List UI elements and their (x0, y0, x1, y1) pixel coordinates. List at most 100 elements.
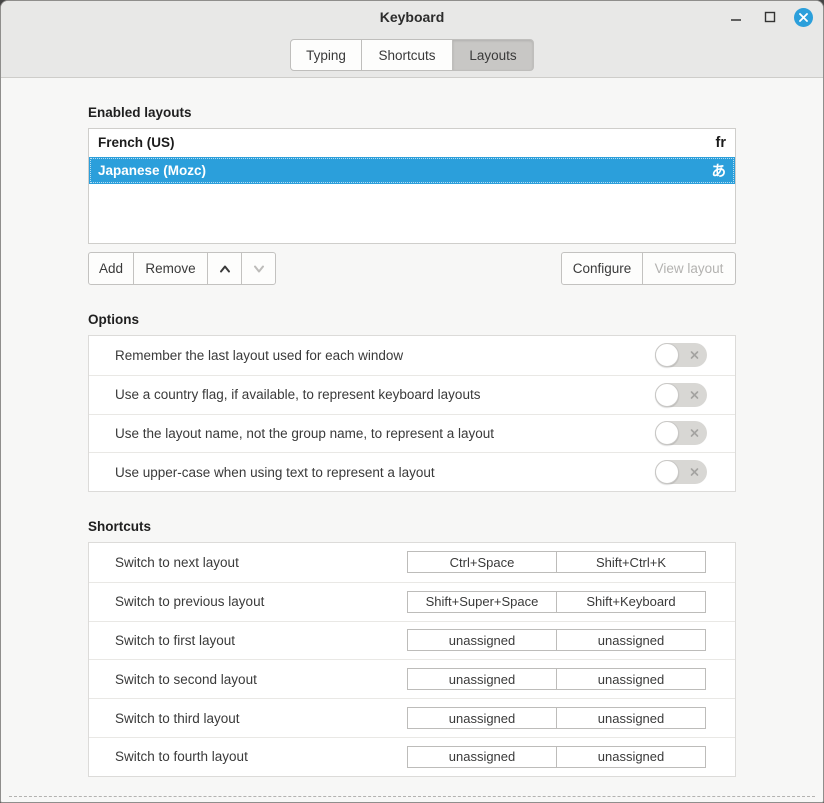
tab-shortcuts[interactable]: Shortcuts (361, 39, 453, 71)
shortcut-label: Switch to second layout (115, 672, 407, 687)
tab-strip: Typing Shortcuts Layouts (1, 33, 823, 77)
shortcut-row-next-layout: Switch to next layout Ctrl+Space Shift+C… (89, 543, 735, 582)
shortcut-row-third-layout: Switch to third layout unassigned unassi… (89, 698, 735, 737)
keybinding-value: unassigned (598, 633, 665, 648)
toggle-off-x-icon (690, 390, 699, 399)
keybinding-value: unassigned (449, 672, 516, 687)
configure-label: Configure (573, 261, 632, 276)
toolbar-spacer (276, 252, 561, 285)
window-title: Keyboard (380, 9, 445, 25)
keyboard-settings-window: Keyboard Typing Shortcuts (0, 0, 824, 803)
keybinding-value: unassigned (598, 749, 665, 764)
keybinding-button[interactable]: unassigned (556, 668, 706, 690)
toggle-knob (655, 343, 679, 367)
shortcuts-group: Switch to next layout Ctrl+Space Shift+C… (88, 542, 736, 777)
configure-button[interactable]: Configure (561, 252, 643, 285)
shortcut-label: Switch to first layout (115, 633, 407, 648)
country-flag-toggle[interactable] (655, 383, 707, 407)
layouts-toolbar: Add Remove Configure View layout (88, 252, 736, 285)
toggle-off-x-icon (690, 468, 699, 477)
minimize-icon (730, 11, 742, 23)
shortcut-row-first-layout: Switch to first layout unassigned unassi… (89, 621, 735, 660)
option-row-layout-name: Use the layout name, not the group name,… (89, 414, 735, 453)
upper-case-toggle[interactable] (655, 460, 707, 484)
view-layout-button[interactable]: View layout (642, 252, 736, 285)
keybinding-button[interactable]: unassigned (556, 746, 706, 768)
shortcut-label: Switch to previous layout (115, 594, 407, 609)
add-label: Add (99, 261, 123, 276)
keybinding-button[interactable]: unassigned (556, 629, 706, 651)
chevron-down-icon (251, 261, 267, 277)
keybinding-value: unassigned (449, 711, 516, 726)
layout-row-french[interactable]: French (US) fr (89, 129, 735, 157)
maximize-button[interactable] (760, 7, 780, 27)
keybinding-button[interactable]: Ctrl+Space (407, 551, 557, 573)
shortcuts-heading: Shortcuts (88, 518, 736, 535)
toggle-knob (655, 383, 679, 407)
keybinding-value: unassigned (598, 672, 665, 687)
keybinding-value: unassigned (449, 633, 516, 648)
shortcut-row-fourth-layout: Switch to fourth layout unassigned unass… (89, 737, 735, 776)
keybinding-button[interactable]: unassigned (407, 629, 557, 651)
keybinding-value: unassigned (598, 711, 665, 726)
option-row-country-flag: Use a country flag, if available, to rep… (89, 375, 735, 414)
keybinding-button[interactable]: unassigned (556, 707, 706, 729)
keybinding-value: unassigned (449, 749, 516, 764)
toggle-knob (655, 460, 679, 484)
shortcut-label: Switch to fourth layout (115, 749, 407, 764)
option-label: Remember the last layout used for each w… (115, 348, 655, 363)
keybinding-button[interactable]: Shift+Ctrl+K (556, 551, 706, 573)
toggle-off-x-icon (690, 351, 699, 360)
window-controls (726, 1, 813, 33)
toggle-knob (655, 421, 679, 445)
keybinding-button[interactable]: Shift+Super+Space (407, 591, 557, 613)
layouts-page: Enabled layouts French (US) fr Japanese … (1, 104, 823, 777)
shortcut-row-previous-layout: Switch to previous layout Shift+Super+Sp… (89, 582, 735, 621)
layout-indicator: あ (712, 160, 727, 181)
layout-name: Japanese (Mozc) (98, 163, 712, 178)
layout-name-toggle[interactable] (655, 421, 707, 445)
option-label: Use a country flag, if available, to rep… (115, 387, 655, 402)
shortcut-label: Switch to next layout (115, 555, 407, 570)
keybinding-value: Shift+Super+Space (426, 594, 539, 609)
tab-typing-label: Typing (306, 48, 346, 63)
minimize-button[interactable] (726, 7, 746, 27)
option-label: Use upper-case when using text to repres… (115, 465, 655, 480)
maximize-icon (764, 11, 776, 23)
remove-layout-button[interactable]: Remove (133, 252, 208, 285)
focus-dashed-line (9, 796, 815, 797)
layout-row-japanese[interactable]: Japanese (Mozc) あ (89, 157, 735, 185)
close-icon (799, 13, 808, 22)
keybinding-button[interactable]: unassigned (407, 707, 557, 729)
add-layout-button[interactable]: Add (88, 252, 134, 285)
window-header: Keyboard Typing Shortcuts (1, 1, 823, 78)
enabled-layouts-heading: Enabled layouts (88, 104, 736, 121)
layout-name: French (US) (98, 135, 716, 150)
shortcut-label: Switch to third layout (115, 711, 407, 726)
titlebar[interactable]: Keyboard (1, 1, 823, 33)
option-label: Use the layout name, not the group name,… (115, 426, 655, 441)
move-layout-up-button[interactable] (207, 252, 242, 285)
enabled-layouts-list[interactable]: French (US) fr Japanese (Mozc) あ (88, 128, 736, 244)
keybinding-button[interactable]: unassigned (407, 668, 557, 690)
tab-shortcuts-label: Shortcuts (378, 48, 435, 63)
remember-layout-toggle[interactable] (655, 343, 707, 367)
view-layout-label: View layout (655, 261, 724, 276)
keybinding-button[interactable]: Shift+Keyboard (556, 591, 706, 613)
tab-layouts[interactable]: Layouts (452, 39, 534, 71)
options-heading: Options (88, 311, 736, 328)
keybinding-value: Shift+Ctrl+K (596, 555, 666, 570)
option-row-remember-layout: Remember the last layout used for each w… (89, 336, 735, 375)
tab-typing[interactable]: Typing (290, 39, 362, 71)
keybinding-button[interactable]: unassigned (407, 746, 557, 768)
close-button[interactable] (794, 8, 813, 27)
layout-indicator: fr (716, 135, 726, 151)
options-group: Remember the last layout used for each w… (88, 335, 736, 492)
keybinding-value: Shift+Keyboard (586, 594, 675, 609)
chevron-up-icon (217, 261, 233, 277)
tab-layouts-label: Layouts (469, 48, 516, 63)
remove-label: Remove (145, 261, 195, 276)
shortcut-row-second-layout: Switch to second layout unassigned unass… (89, 659, 735, 698)
move-layout-down-button[interactable] (241, 252, 276, 285)
toggle-off-x-icon (690, 429, 699, 438)
